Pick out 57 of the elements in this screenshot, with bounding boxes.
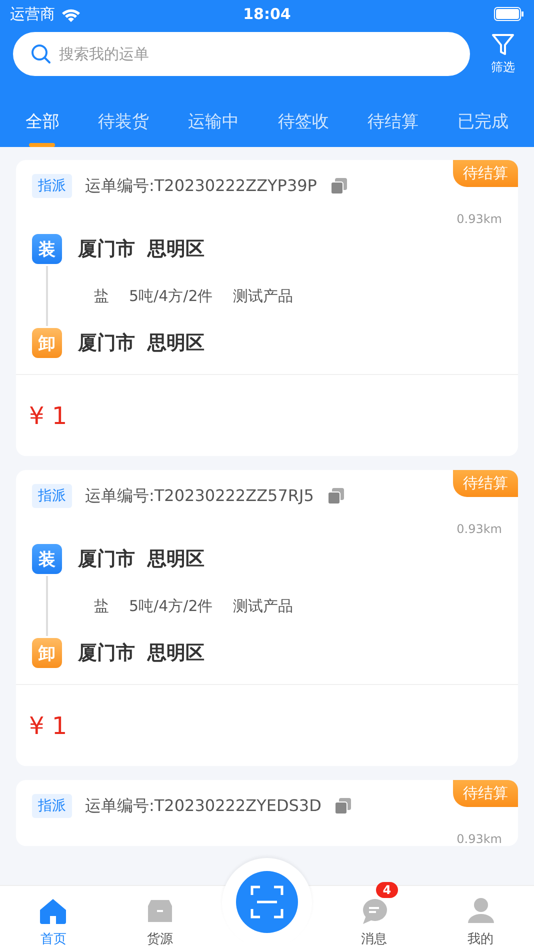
- battery-icon: [494, 7, 524, 21]
- distance-text: 0.93km: [456, 832, 502, 846]
- load-icon: 装: [32, 234, 62, 264]
- box-icon: [147, 898, 174, 924]
- order-card[interactable]: 待结算 指派 运单编号:T20230222ZZ57RJ5 0.93km 装 厦门市 思明区 盐 5吨/4方/2件 测试产品 卸 厦门市 思明区 ¥ 1: [16, 470, 518, 766]
- clock-time: 18:04: [243, 5, 291, 23]
- goods-info: 盐: [94, 286, 109, 306]
- copy-icon[interactable]: [326, 487, 345, 505]
- filter-button[interactable]: 筛选: [480, 32, 526, 76]
- search-field[interactable]: 搜索我的运单: [13, 32, 470, 76]
- unload-place: 厦门市 思明区: [78, 641, 205, 666]
- order-number: 运单编号:T20230222ZZ57RJ5: [85, 486, 314, 506]
- chat-icon: [360, 898, 387, 924]
- price-text: ¥ 1: [29, 712, 68, 740]
- copy-icon[interactable]: [330, 177, 348, 195]
- unload-place: 厦门市 思明区: [78, 331, 205, 356]
- unread-count: 4: [376, 882, 398, 898]
- nav-tab[interactable]: 我的: [427, 886, 534, 950]
- distance-text: 0.93km: [456, 522, 502, 536]
- status-tab[interactable]: 待签收: [274, 95, 333, 147]
- order-card[interactable]: 待结算 指派 运单编号:T20230222ZZYP39P 0.93km 装 厦门市 思明区 盐 5吨/4方/2件 测试产品 卸 厦门市 思明区 ¥ 1: [16, 160, 518, 456]
- load-icon: 装: [32, 544, 62, 574]
- filter-icon: [491, 32, 515, 56]
- status-tab[interactable]: 待装货: [94, 95, 154, 147]
- load-place: 厦门市 思明区: [78, 237, 205, 262]
- order-tag: 指派: [32, 794, 72, 818]
- nav-tab[interactable]: 货源: [106, 886, 214, 950]
- status-tab[interactable]: 已完成: [454, 95, 513, 147]
- copy-icon[interactable]: [334, 797, 352, 815]
- distance-text: 0.93km: [456, 212, 502, 226]
- status-tab[interactable]: 待结算: [364, 95, 423, 147]
- wifi-icon: [61, 6, 81, 22]
- status-badge: 待结算: [453, 160, 518, 187]
- goods-info: 5吨/4方/2件: [129, 596, 213, 616]
- goods-info: 5吨/4方/2件: [129, 286, 213, 306]
- goods-info: 测试产品: [232, 596, 293, 616]
- status-badge: 待结算: [453, 780, 518, 807]
- order-tag: 指派: [32, 174, 72, 198]
- goods-info: 测试产品: [232, 286, 293, 306]
- carrier-name: 运营商: [10, 4, 55, 24]
- search-icon: [31, 44, 51, 64]
- goods-info: 盐: [94, 596, 109, 616]
- order-number: 运单编号:T20230222ZYEDS3D: [85, 796, 322, 816]
- order-number: 运单编号:T20230222ZZYP39P: [85, 176, 317, 196]
- unload-icon: 卸: [32, 328, 62, 358]
- nav-tab[interactable]: 首页: [0, 886, 107, 950]
- order-tag: 指派: [32, 484, 72, 508]
- load-place: 厦门市 思明区: [78, 547, 205, 572]
- user-icon: [466, 896, 495, 924]
- status-badge: 待结算: [453, 470, 518, 497]
- scan-icon: [250, 885, 284, 919]
- home-icon: [39, 898, 68, 924]
- order-card[interactable]: 待结算 指派 运单编号:T20230222ZYEDS3D 0.93km: [16, 780, 518, 846]
- status-tab[interactable]: 运输中: [184, 95, 244, 147]
- unload-icon: 卸: [32, 638, 62, 668]
- price-text: ¥ 1: [29, 402, 68, 430]
- status-tab[interactable]: 全部: [21, 95, 64, 147]
